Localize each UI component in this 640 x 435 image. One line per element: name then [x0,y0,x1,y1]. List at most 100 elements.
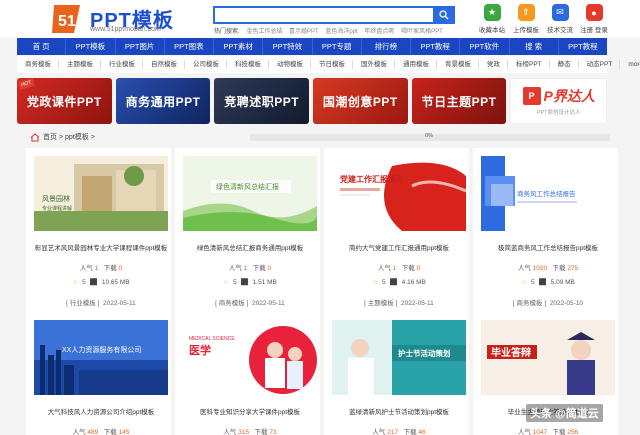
category-tag[interactable]: [ 商务模板 ] [215,300,248,307]
hot-word[interactable]: 喜示婚PPT [289,29,319,35]
subcat-item[interactable]: 自然模板 [151,60,185,69]
template-card[interactable]: 护士节活动策划 蓝绿清新风护士节活动策划ppt模板 人气 217 下载 46 [324,312,469,435]
nav-item-ppt-images[interactable]: PPT图片 [116,38,165,55]
hot-search-words: 热门搜索: 金色工作总结 喜示婚PPT 蓝色海洋ppt 年终盘点呢 喝叶家风格P… [214,26,448,35]
search-input[interactable] [215,8,435,22]
loading-progress-bar: 0% [250,133,610,141]
template-card[interactable]: 风景园林 专业课程讲解 彰显艺术风风景园林专业大学课程课件ppt模板 人气 1 … [26,148,171,312]
template-card[interactable]: XX人力资源服务有限公司 大气科技风人力资源公司介绍ppt模板 人气 489 下… [26,312,171,435]
hot-word[interactable]: 年终盘点呢 [364,29,394,35]
nav-item-home[interactable]: 首 页 [17,38,67,55]
banner-title: 国潮创意PPT [322,94,398,109]
banner-guochao[interactable]: 国潮创意PPT [313,78,408,124]
template-title[interactable]: 绿色清新风总结汇报商务通用ppt模板 [175,242,325,252]
search-box [213,6,455,24]
template-card[interactable]: 绿色清新风总结汇报 绿色清新风总结汇报商务通用ppt模板 人气 1 下载 0 ☆… [175,148,320,312]
nav-item-search[interactable]: 搜 索 [510,38,559,55]
popularity-label: 人气 [377,265,391,272]
template-title[interactable]: 大气科技风人力资源公司介绍ppt模板 [26,406,176,416]
subcat-item[interactable]: 节日模板 [319,60,353,69]
nav-item-ranking[interactable]: 排行榜 [362,38,411,55]
quick-link-label: 上传模板 [513,27,539,34]
nav-item-ppt-course[interactable]: PPT教程 [559,38,607,55]
site-logo-icon[interactable]: 51 [50,3,86,35]
nav-item-ppt-charts[interactable]: PPT图表 [165,38,214,55]
template-thumbnail[interactable]: 商务风工作总结报告 [481,156,615,231]
banner-party[interactable]: HOT 党政课件PPT [17,78,112,124]
template-thumbnail[interactable]: 绿色清新风总结汇报 [183,156,317,231]
file-size-icon: ⬛ [538,279,547,286]
brand-slogan: PPT原创设计达人 [536,110,581,116]
banner-title: 党政课件PPT [26,94,102,109]
nav-item-ppt-templates[interactable]: PPT模板 [66,38,116,55]
subcat-item[interactable]: 主题模板 [67,60,101,69]
subcat-item[interactable]: 静态 [558,60,579,69]
quick-link-chat[interactable]: ✉ 技术交流 [543,4,577,34]
subcat-item[interactable]: 公司模板 [193,60,227,69]
template-title[interactable]: 蓝绿清新风护士节活动策划ppt模板 [324,406,474,416]
template-thumbnail[interactable]: 毕业答辩 [481,320,615,395]
category-tag[interactable]: [ 商务模板 ] [513,300,546,307]
breadcrumb-section[interactable]: ppt模板 [65,132,89,142]
subcat-item[interactable]: 行业模板 [109,60,143,69]
category-tag[interactable]: [ 行业模板 ] [66,300,99,307]
template-thumbnail[interactable]: XX人力资源服务有限公司 [34,320,168,395]
nav-item-ppt-tutorials[interactable]: PPT教程 [411,38,461,55]
thumbnail-image: 护士节活动策划 [332,320,466,395]
download-label: 下载 [552,265,566,272]
nav-item-ppt-effects[interactable]: PPT特效 [263,38,313,55]
template-meta: ☆ 5 ⬛ 1.51 MB [175,278,325,287]
template-thumbnail[interactable]: MEDICAL SCIENCE 医学 [183,320,317,395]
search-button[interactable] [433,6,455,24]
breadcrumb-separator: > [58,133,64,141]
template-title[interactable]: 医科专业知识分享大学课件ppt模板 [175,406,325,416]
thumb-text: 党建工作汇报通用 [340,174,404,184]
hot-word[interactable]: 蓝色海洋ppt [325,29,357,35]
site-url: www.51pptmoban.com [90,26,161,33]
template-card[interactable]: 党建工作汇报通用 简约大气党建工作汇报通用ppt模板 人气 1 下载 0 ☆ 5 … [324,148,469,312]
template-thumbnail[interactable]: 党建工作汇报通用 [332,156,466,231]
subcat-item[interactable]: 标榜PPT [516,60,550,69]
hot-word[interactable]: 喝叶家风格PPT [401,29,443,35]
template-thumbnail[interactable]: 风景园林 专业课程讲解 [34,156,168,231]
thumb-text: 医学 [189,343,211,357]
subcat-item[interactable]: 动物模板 [277,60,311,69]
site-header: 51 PPT模板 www.51pptmoban.com 热门搜索: 金色工作总结… [0,0,640,38]
download-count: 0 [118,265,123,272]
category-tag[interactable]: [ 主题模板 ] [364,300,397,307]
quick-link-upload[interactable]: ⇧ 上传模板 [509,4,543,34]
hot-word[interactable]: 金色工作总结 [246,29,282,35]
subcat-item[interactable]: 背景模板 [445,60,479,69]
banner-holiday[interactable]: 节日主题PPT [411,78,507,124]
subcat-item[interactable]: 党政 [487,60,508,69]
template-card[interactable]: 商务风工作总结报告 极简蓝商务风工作总结报告ppt模板 人气 1020 下载 2… [473,148,618,312]
template-title[interactable]: 简约大气党建工作汇报通用ppt模板 [324,242,474,252]
template-card[interactable]: MEDICAL SCIENCE 医学 医科专业知识分享大学课件ppt模板 人气 … [175,312,320,435]
breadcrumb-home[interactable]: 首页 [43,132,57,142]
hot-search-label: 热门搜索: [214,29,240,35]
nav-item-ppt-topics[interactable]: PPT专题 [313,38,362,55]
template-title[interactable]: 极简蓝商务风工作总结报告ppt模板 [473,242,623,252]
subcat-item[interactable]: 动态PPT [587,60,621,69]
banner-business[interactable]: 商务通用PPT [115,78,211,124]
file-size: 10.65 MB [101,278,130,286]
template-title[interactable]: 彰显艺术风风景园林专业大学课程课件ppt模板 [26,242,176,252]
nav-item-ppt-materials[interactable]: PPT素材 [214,38,264,55]
progress-label: 0% [425,133,433,139]
quick-link-favorite[interactable]: ★ 收藏本站 [475,4,509,34]
subcat-item[interactable]: 通用模板 [403,60,437,69]
subcat-item[interactable]: 商务模板 [25,60,59,69]
quick-link-login[interactable]: ● 注册 登录 [577,4,611,34]
logo-mark: 51 [58,13,76,30]
subcat-item[interactable]: 科技模板 [235,60,269,69]
file-size-icon: ⬛ [389,279,398,286]
download-count: 0 [416,265,421,272]
search-icon [439,10,449,20]
banner-brand[interactable]: P P界达人 PPT原创设计达人 [510,78,608,124]
template-thumbnail[interactable]: 护士节活动策划 [332,320,466,395]
home-icon[interactable] [30,132,40,142]
nav-item-ppt-software[interactable]: PPT软件 [460,38,510,55]
subcat-item[interactable]: 国外模板 [361,60,395,69]
subcat-more-link[interactable]: more [628,60,640,69]
banner-competition[interactable]: 竞聘述职PPT [214,78,310,124]
